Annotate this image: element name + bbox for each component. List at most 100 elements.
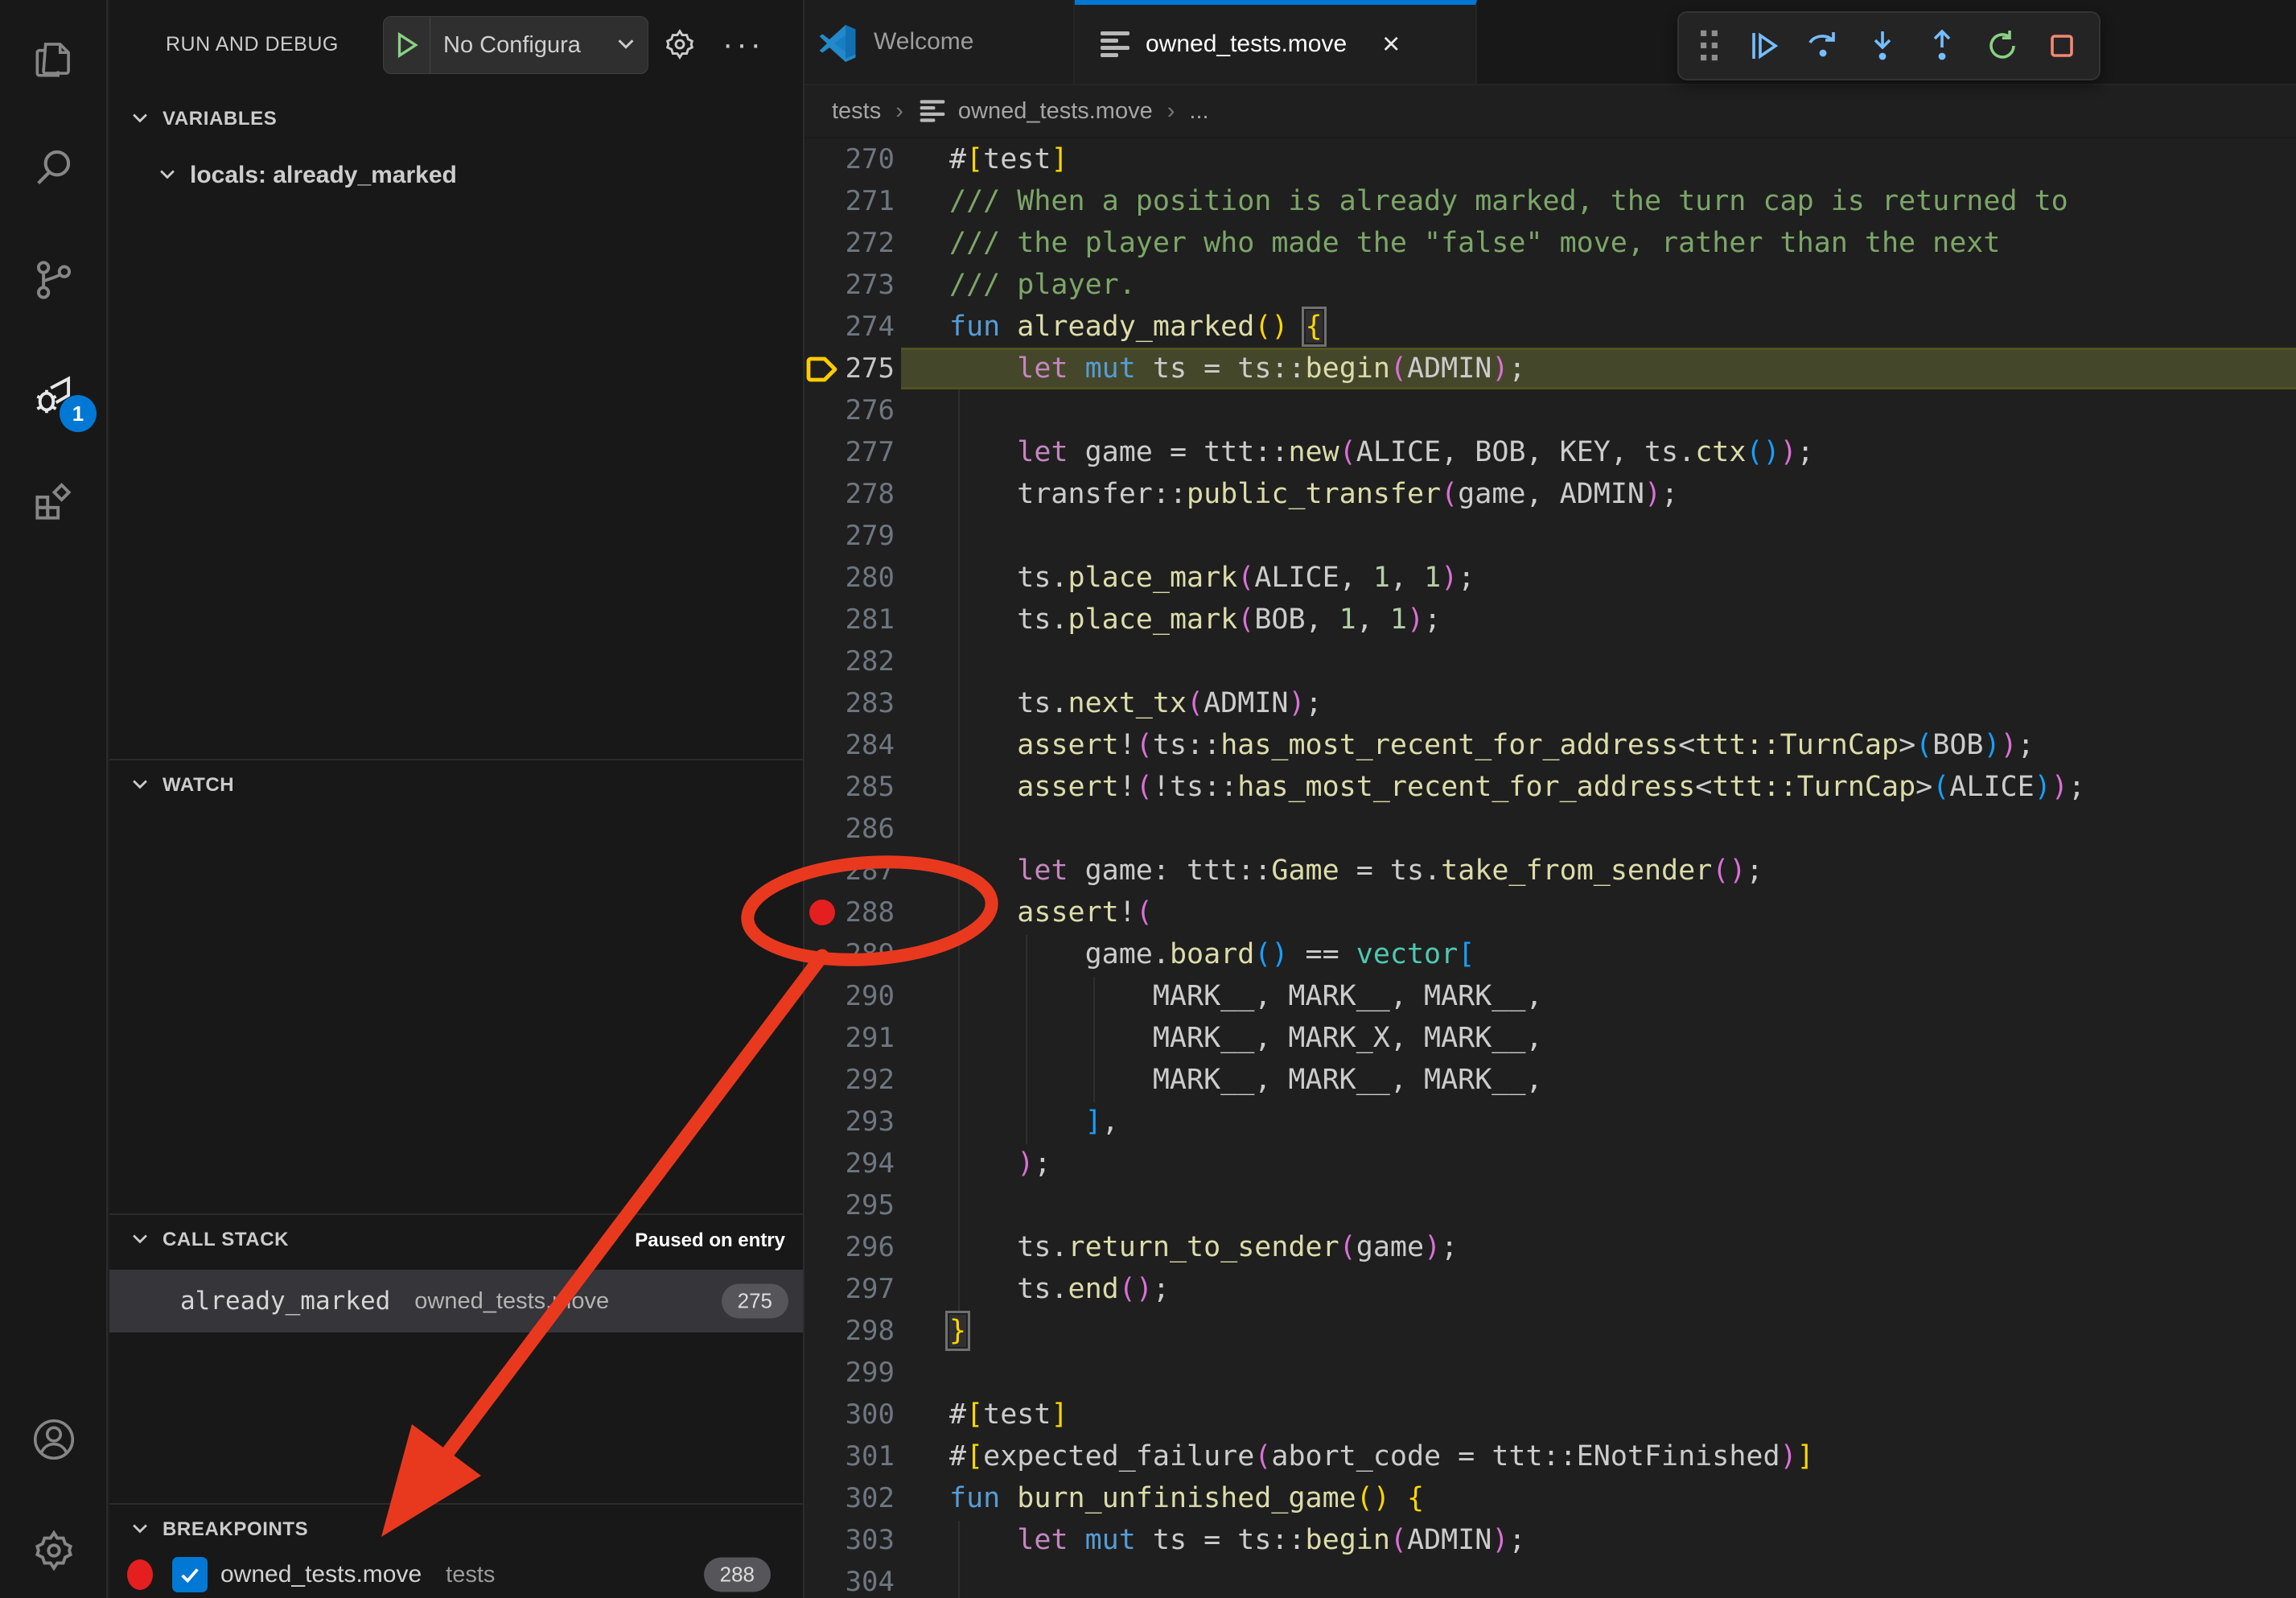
gutter[interactable]	[804, 515, 841, 557]
continue-icon[interactable]	[1741, 23, 1786, 68]
breakpoint-checkbox[interactable]	[172, 1557, 208, 1592]
gutter[interactable]	[804, 431, 841, 473]
gutter[interactable]	[804, 892, 841, 933]
code-line[interactable]: 284 assert!(ts::has_most_recent_for_addr…	[804, 724, 2296, 766]
code-line[interactable]: 289 game.board() == vector[	[804, 933, 2296, 975]
restart-icon[interactable]	[1980, 23, 2025, 68]
gutter[interactable]	[804, 557, 841, 599]
tab-welcome[interactable]: Welcome	[804, 0, 1075, 84]
gutter[interactable]	[804, 1017, 841, 1059]
gutter[interactable]	[804, 599, 841, 640]
gutter[interactable]	[804, 389, 841, 431]
extensions-icon[interactable]	[0, 457, 108, 546]
code-line[interactable]: 295	[804, 1184, 2296, 1226]
gutter[interactable]	[804, 1435, 841, 1477]
code-line[interactable]: 277 let game = ttt::new(ALICE, BOB, KEY,…	[804, 431, 2296, 473]
code-line[interactable]: 296 ts.return_to_sender(game);	[804, 1226, 2296, 1268]
code-line[interactable]: 273/// player.	[804, 264, 2296, 306]
close-icon[interactable]: ×	[1382, 29, 1400, 60]
code-line[interactable]: 301#[expected_failure(abort_code = ttt::…	[804, 1435, 2296, 1477]
gutter[interactable]	[804, 1143, 841, 1184]
gutter[interactable]	[804, 640, 841, 682]
settings-gear-icon[interactable]	[0, 1506, 108, 1595]
toolbar-drag-handle[interactable]	[1693, 23, 1726, 68]
debug-settings-gear-icon[interactable]	[661, 0, 698, 89]
code-line[interactable]: 271/// When a position is already marked…	[804, 180, 2296, 222]
source-control-icon[interactable]	[0, 236, 108, 324]
breadcrumb-file[interactable]: owned_tests.move	[958, 98, 1153, 125]
gutter[interactable]	[804, 222, 841, 264]
gutter[interactable]	[804, 766, 841, 808]
code-line[interactable]: 276	[804, 389, 2296, 431]
gutter[interactable]	[804, 933, 841, 975]
code-line[interactable]: 287 let game: ttt::Game = ts.take_from_s…	[804, 850, 2296, 892]
start-debug-icon[interactable]	[384, 17, 430, 73]
gutter[interactable]	[804, 850, 841, 892]
code-line[interactable]: 288 assert!(	[804, 892, 2296, 933]
watch-section-header[interactable]: WATCH	[109, 759, 803, 810]
gutter[interactable]	[804, 138, 841, 180]
variables-section-header[interactable]: VARIABLES	[109, 93, 803, 145]
code-line[interactable]: 275 let mut ts = ts::begin(ADMIN);	[804, 348, 2296, 389]
explorer-icon[interactable]	[0, 14, 108, 103]
call-stack-section-header[interactable]: CALL STACK Paused on entry	[109, 1213, 803, 1265]
code-line[interactable]: 294 );	[804, 1143, 2296, 1184]
code-line[interactable]: 270#[test]	[804, 138, 2296, 180]
code-line[interactable]: 281 ts.place_mark(BOB, 1, 1);	[804, 599, 2296, 640]
gutter[interactable]	[804, 1059, 841, 1101]
search-icon[interactable]	[0, 122, 108, 211]
gutter[interactable]	[804, 1101, 841, 1143]
code-line[interactable]: 291 MARK__, MARK_X, MARK__,	[804, 1017, 2296, 1059]
code-line[interactable]: 297 ts.end();	[804, 1268, 2296, 1310]
gutter[interactable]	[804, 1352, 841, 1394]
gutter[interactable]	[804, 264, 841, 306]
gutter[interactable]	[804, 1184, 841, 1226]
breadcrumb-folder[interactable]: tests	[832, 98, 881, 125]
gutter[interactable]	[804, 180, 841, 222]
breadcrumb-symbol[interactable]: ...	[1189, 98, 1208, 125]
tab-owned-tests[interactable]: owned_tests.move ×	[1075, 0, 1477, 84]
breakpoints-section-header[interactable]: BREAKPOINTS	[109, 1503, 803, 1555]
code-line[interactable]: 293 ],	[804, 1101, 2296, 1143]
gutter[interactable]	[804, 808, 841, 850]
code-area[interactable]: 270#[test]271/// When a position is alre…	[804, 138, 2296, 1598]
code-line[interactable]: 280 ts.place_mark(ALICE, 1, 1);	[804, 557, 2296, 599]
code-line[interactable]: 279	[804, 515, 2296, 557]
gutter[interactable]	[804, 1394, 841, 1435]
code-line[interactable]: 283 ts.next_tx(ADMIN);	[804, 682, 2296, 724]
breakpoint-dot-icon[interactable]	[809, 900, 835, 925]
account-icon[interactable]	[0, 1395, 108, 1484]
gutter[interactable]	[804, 975, 841, 1017]
code-line[interactable]: 282	[804, 640, 2296, 682]
breakpoint-row[interactable]: owned_tests.move tests 288	[109, 1551, 803, 1598]
step-over-icon[interactable]	[1800, 23, 1845, 68]
code-line[interactable]: 290 MARK__, MARK__, MARK__,	[804, 975, 2296, 1017]
code-line[interactable]: 286	[804, 808, 2296, 850]
code-line[interactable]: 274fun already_marked() {	[804, 306, 2296, 348]
gutter[interactable]	[804, 724, 841, 766]
stop-icon[interactable]	[2039, 23, 2084, 68]
call-stack-frame-row[interactable]: already_marked owned_tests.move 275	[109, 1270, 803, 1332]
gutter[interactable]	[804, 682, 841, 724]
gutter[interactable]	[804, 473, 841, 515]
code-line[interactable]: 298}	[804, 1310, 2296, 1352]
code-line[interactable]: 304	[804, 1561, 2296, 1598]
step-into-icon[interactable]	[1860, 23, 1905, 68]
code-line[interactable]: 300#[test]	[804, 1394, 2296, 1435]
code-line[interactable]: 299	[804, 1352, 2296, 1394]
gutter[interactable]	[804, 1561, 841, 1598]
gutter[interactable]	[804, 1268, 841, 1310]
more-actions-icon[interactable]: ···	[722, 0, 764, 89]
code-line[interactable]: 303 let mut ts = ts::begin(ADMIN);	[804, 1519, 2296, 1561]
code-line[interactable]: 292 MARK__, MARK__, MARK__,	[804, 1059, 2296, 1101]
gutter[interactable]	[804, 1310, 841, 1352]
gutter[interactable]	[804, 1226, 841, 1268]
code-line[interactable]: 278 transfer::public_transfer(game, ADMI…	[804, 473, 2296, 515]
variables-scope-row[interactable]: locals: already_marked	[109, 153, 803, 198]
code-line[interactable]: 272/// the player who made the "false" m…	[804, 222, 2296, 264]
gutter[interactable]	[804, 306, 841, 348]
code-line[interactable]: 285 assert!(!ts::has_most_recent_for_add…	[804, 766, 2296, 808]
code-line[interactable]: 302fun burn_unfinished_game() {	[804, 1477, 2296, 1519]
gutter[interactable]	[804, 348, 841, 389]
run-and-debug-icon[interactable]: 1	[0, 350, 108, 439]
